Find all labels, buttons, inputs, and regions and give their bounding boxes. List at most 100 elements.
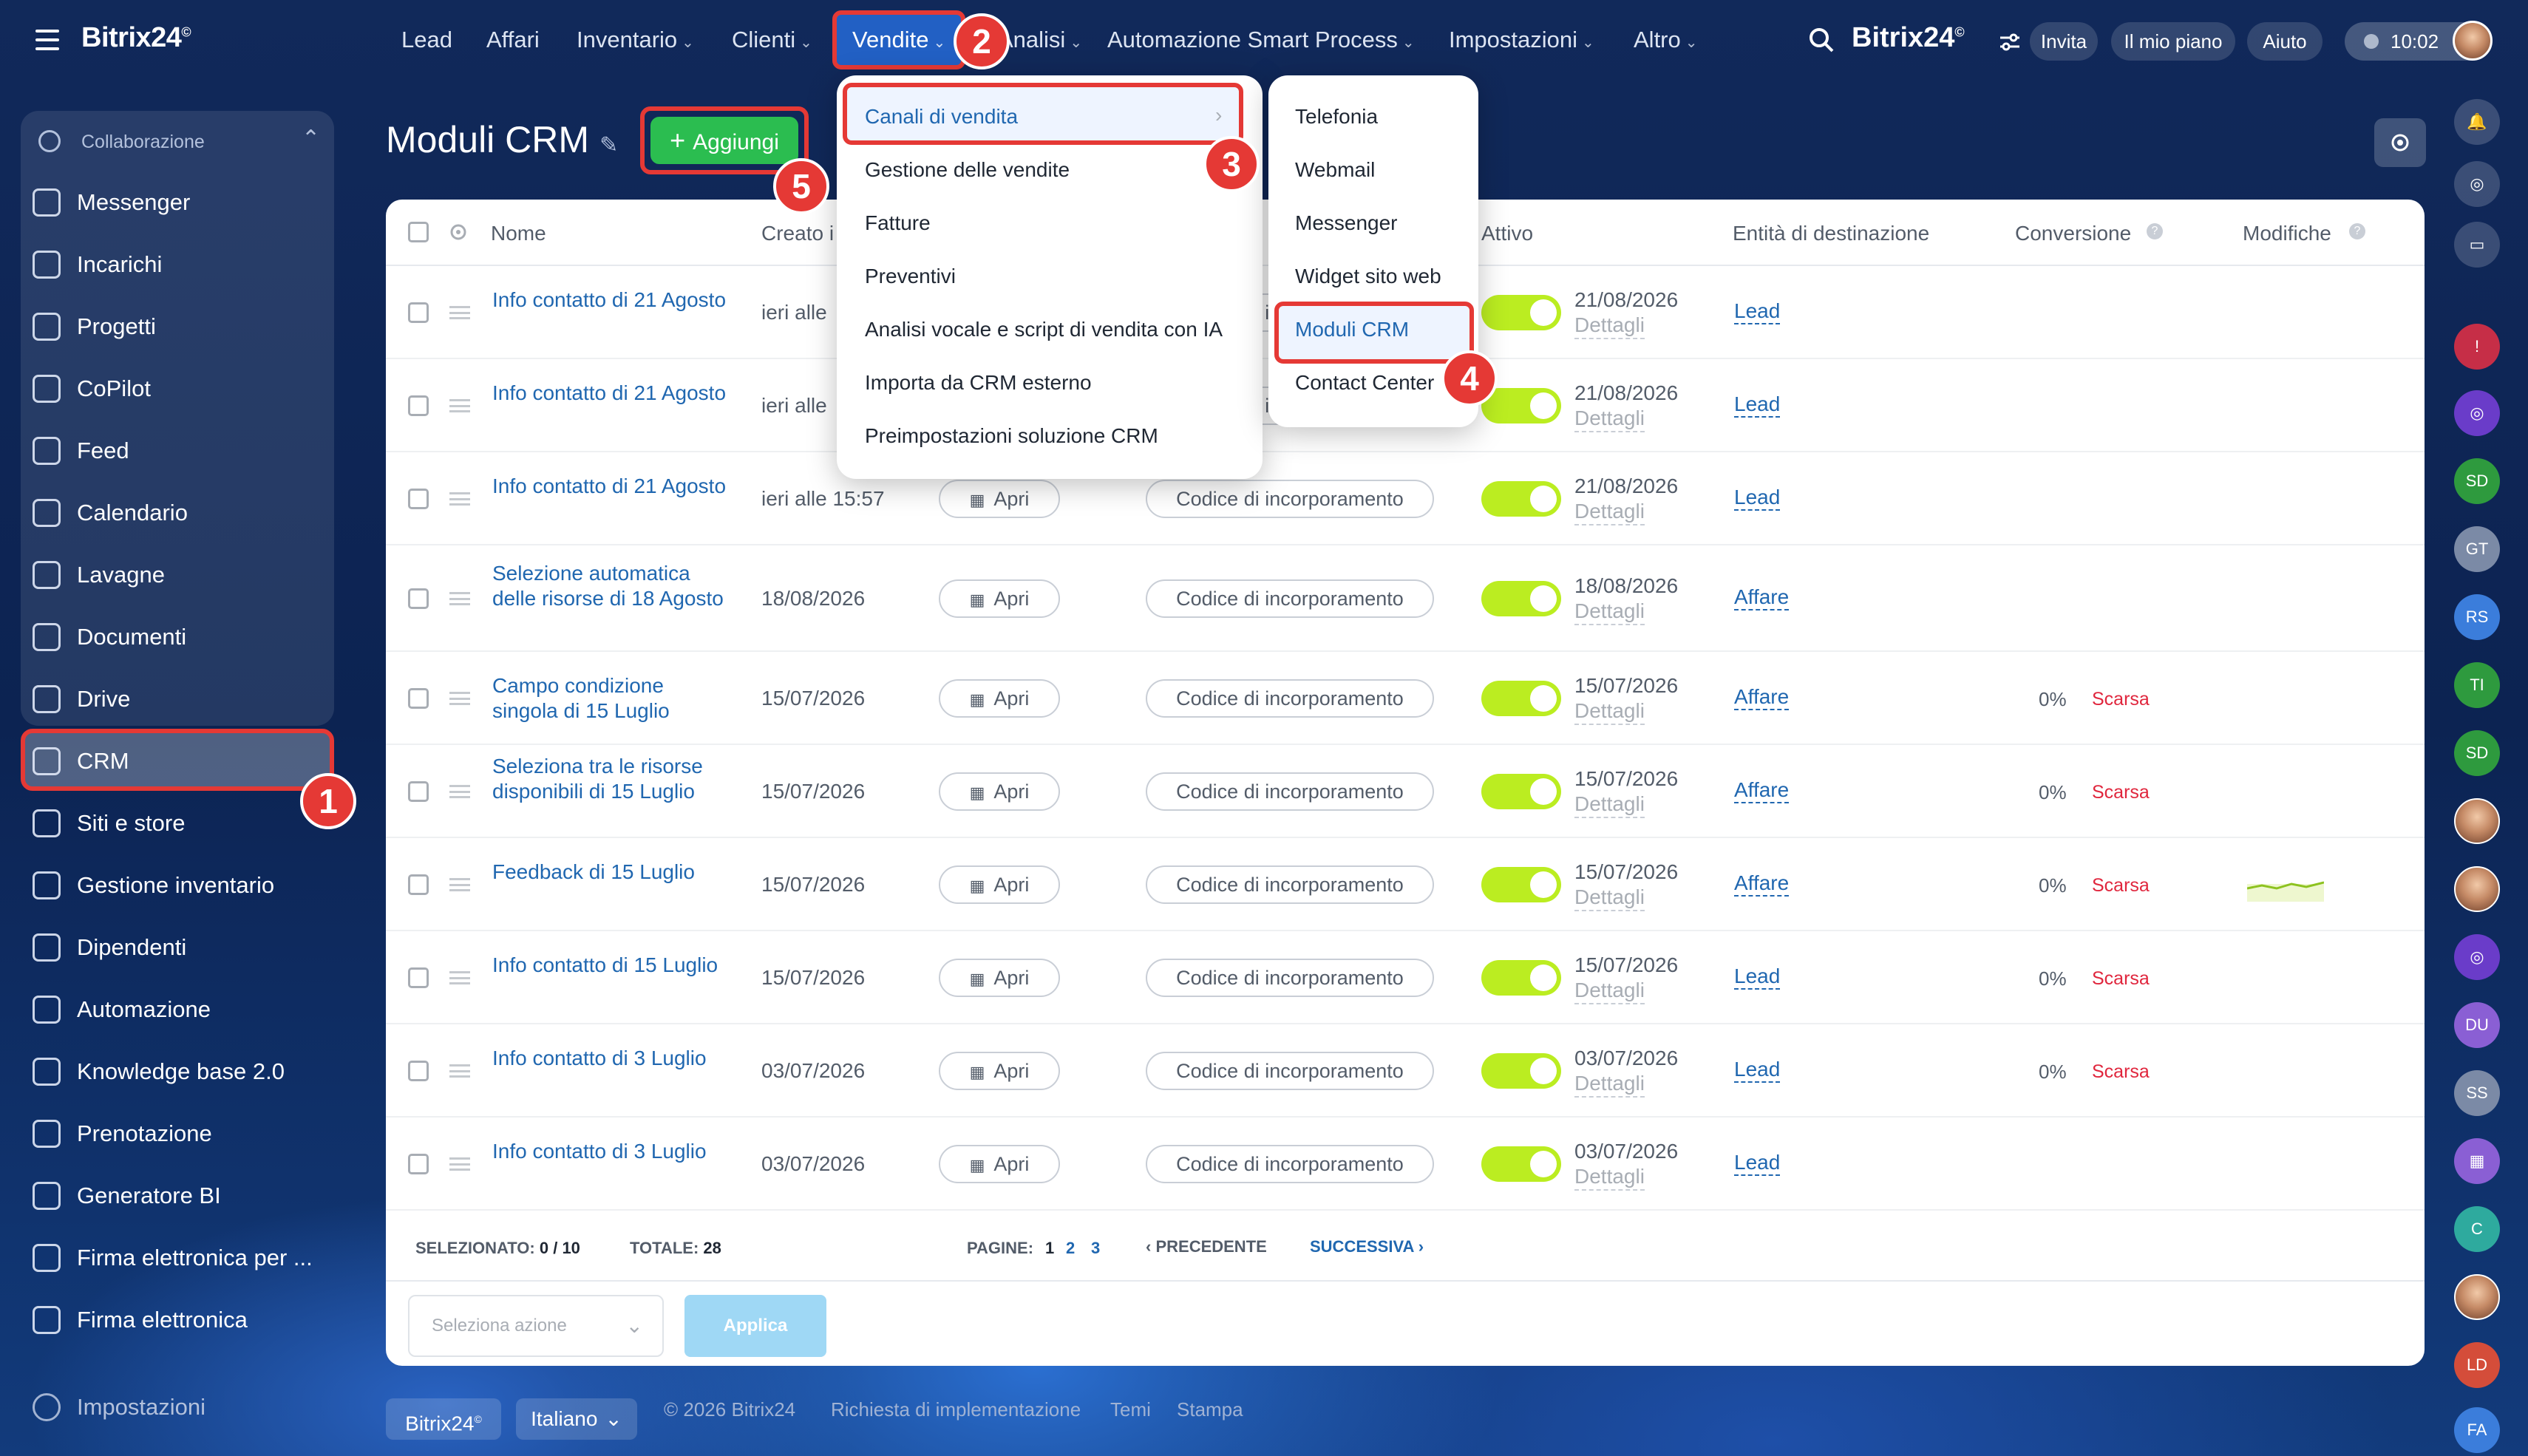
chat-avatar-ld[interactable]: LD bbox=[2454, 1342, 2500, 1388]
embed-code-button[interactable]: Codice di incorporamento bbox=[1146, 679, 1434, 718]
nav-vendite[interactable]: Vendite ⌄ bbox=[852, 27, 945, 53]
page-1[interactable]: 1 bbox=[1045, 1239, 1054, 1258]
sidebar-settings[interactable]: Impostazioni bbox=[33, 1385, 205, 1429]
sidebar-item-calendario[interactable]: Calendario bbox=[33, 491, 188, 535]
drag-handle-icon[interactable] bbox=[449, 399, 470, 412]
details-link[interactable]: Dettagli bbox=[1574, 1164, 1645, 1191]
help-button[interactable]: Aiuto bbox=[2247, 22, 2323, 61]
open-button[interactable]: ▦Apri bbox=[939, 579, 1060, 618]
submenu-moduli-crm[interactable]: Moduli CRM bbox=[1295, 318, 1409, 341]
header-changes[interactable]: Modifiche bbox=[2243, 222, 2331, 245]
drag-handle-icon[interactable] bbox=[449, 971, 470, 984]
select-all-checkbox[interactable] bbox=[408, 222, 429, 242]
chat-icon[interactable]: ▭ bbox=[2454, 222, 2500, 268]
nav-automazione[interactable]: Automazione Smart Process ⌄ bbox=[1107, 27, 1415, 53]
row-checkbox[interactable] bbox=[408, 781, 429, 802]
sidebar-item-gestione-inventario[interactable]: Gestione inventario bbox=[33, 863, 274, 908]
language-select[interactable]: Italiano ⌄ bbox=[516, 1398, 637, 1440]
chat-avatar-photo[interactable] bbox=[2454, 1274, 2500, 1320]
form-name-link[interactable]: Campo condizione singola di 15 Luglio bbox=[492, 673, 729, 724]
help-icon[interactable]: ? bbox=[2147, 223, 2163, 239]
sidebar-item-generatore-bi[interactable]: Generatore BI bbox=[33, 1174, 221, 1218]
drag-handle-icon[interactable] bbox=[449, 785, 470, 798]
menu-item-canali[interactable]: Canali di vendita bbox=[865, 105, 1018, 129]
embed-code-button[interactable]: Codice di incorporamento bbox=[1146, 959, 1434, 997]
active-toggle[interactable] bbox=[1481, 1053, 1561, 1089]
open-button[interactable]: ▦Apri bbox=[939, 679, 1060, 718]
active-toggle[interactable] bbox=[1481, 1146, 1561, 1182]
drag-handle-icon[interactable] bbox=[449, 492, 470, 506]
sidebar-item-feed[interactable]: Feed bbox=[33, 429, 129, 473]
chat-avatar-rs[interactable]: RS bbox=[2454, 594, 2500, 640]
form-name-link[interactable]: Info contatto di 21 Agosto bbox=[492, 288, 729, 313]
active-toggle[interactable] bbox=[1481, 295, 1561, 330]
embed-code-button[interactable]: Codice di incorporamento bbox=[1146, 865, 1434, 904]
details-link[interactable]: Dettagli bbox=[1574, 698, 1645, 725]
menu-item-preimpostazioni[interactable]: Preimpostazioni soluzione CRM bbox=[865, 424, 1158, 448]
sidebar-item-firma-elettronica-per[interactable]: Firma elettronica per ... bbox=[33, 1236, 313, 1280]
target-entity-link[interactable]: Lead bbox=[1734, 1058, 1781, 1083]
header-active[interactable]: Attivo bbox=[1481, 222, 1533, 245]
prev-button[interactable]: ‹ Precedente bbox=[1146, 1237, 1267, 1256]
table-row[interactable]: Info contatto di 15 Luglio 15/07/2026 ▦ Apr… bbox=[386, 931, 2425, 1024]
form-name-link[interactable]: Info contatto di 3 Luglio bbox=[492, 1139, 729, 1164]
form-name-link[interactable]: Info contatto di 15 Luglio bbox=[492, 953, 729, 978]
sidebar-item-drive[interactable]: Drive bbox=[33, 677, 130, 721]
submenu-widget[interactable]: Widget sito web bbox=[1295, 265, 1441, 288]
drag-handle-icon[interactable] bbox=[449, 692, 470, 705]
details-link[interactable]: Dettagli bbox=[1574, 792, 1645, 818]
chat-avatar-photo[interactable] bbox=[2454, 798, 2500, 844]
nav-lead[interactable]: Lead bbox=[401, 27, 452, 53]
active-toggle[interactable] bbox=[1481, 867, 1561, 902]
filter-icon[interactable] bbox=[1999, 33, 2021, 52]
sidebar-item-documenti[interactable]: Documenti bbox=[33, 615, 186, 659]
embed-code-button[interactable]: Codice di incorporamento bbox=[1146, 1052, 1434, 1090]
target-entity-link[interactable]: Lead bbox=[1734, 299, 1781, 324]
calendar-icon[interactable]: ▦ bbox=[2454, 1138, 2500, 1184]
table-row[interactable]: Seleziona tra le risorse disponibili di … bbox=[386, 745, 2425, 838]
gear-icon[interactable] bbox=[448, 222, 469, 242]
app-logo[interactable]: Bitrix24© bbox=[81, 22, 191, 54]
table-row[interactable]: Info contatto di 21 Agosto ieri alle 15:5… bbox=[386, 452, 2425, 545]
add-button[interactable]: + Aggiungi bbox=[650, 117, 798, 164]
nav-analisi[interactable]: Analisi ⌄ bbox=[998, 27, 1082, 53]
apply-button[interactable]: Applica bbox=[684, 1295, 826, 1357]
chat-avatar-ti[interactable]: TI bbox=[2454, 662, 2500, 708]
active-toggle[interactable] bbox=[1481, 581, 1561, 616]
nav-inventario[interactable]: Inventario ⌄ bbox=[577, 27, 694, 53]
chat-avatar-photo[interactable] bbox=[2454, 866, 2500, 912]
embed-code-button[interactable]: Codice di incorporamento bbox=[1146, 579, 1434, 618]
help-icon[interactable]: ? bbox=[2349, 223, 2365, 239]
pin-icon[interactable]: ✎ bbox=[599, 133, 618, 157]
drag-handle-icon[interactable] bbox=[449, 592, 470, 605]
row-checkbox[interactable] bbox=[408, 395, 429, 416]
form-name-link[interactable]: Seleziona tra le risorse disponibili di … bbox=[492, 754, 729, 804]
header-name[interactable]: Nome bbox=[491, 222, 546, 245]
details-link[interactable]: Dettagli bbox=[1574, 406, 1645, 432]
row-checkbox[interactable] bbox=[408, 967, 429, 988]
details-link[interactable]: Dettagli bbox=[1574, 313, 1645, 339]
chat-avatar-fa[interactable]: FA bbox=[2454, 1407, 2500, 1453]
target-entity-link[interactable]: Lead bbox=[1734, 965, 1781, 990]
nav-altro[interactable]: Altro ⌄ bbox=[1634, 27, 1698, 53]
sidebar-item-messenger[interactable]: Messenger bbox=[33, 180, 190, 225]
action-select[interactable]: Seleziona azione ⌄ bbox=[408, 1295, 664, 1357]
chat-avatar-du[interactable]: DU bbox=[2454, 1002, 2500, 1048]
target-entity-link[interactable]: Affare bbox=[1734, 685, 1790, 710]
sidebar-item-siti-e-store[interactable]: Siti e store bbox=[33, 801, 185, 846]
form-name-link[interactable]: Info contatto di 3 Luglio bbox=[492, 1046, 729, 1071]
header-logo[interactable]: Bitrix24© bbox=[1852, 22, 1965, 54]
submenu-contact-center[interactable]: Contact Center bbox=[1295, 371, 1434, 395]
print-link[interactable]: Stampa bbox=[1177, 1398, 1243, 1421]
row-checkbox[interactable] bbox=[408, 688, 429, 709]
open-button[interactable]: ▦Apri bbox=[939, 1145, 1060, 1183]
form-name-link[interactable]: Info contatto di 21 Agosto bbox=[492, 474, 729, 499]
sidebar-item-incarichi[interactable]: Incarichi bbox=[33, 242, 162, 287]
row-checkbox[interactable] bbox=[408, 588, 429, 609]
chat-avatar-sd2[interactable]: SD bbox=[2454, 730, 2500, 776]
active-toggle[interactable] bbox=[1481, 481, 1561, 517]
submenu-messenger[interactable]: Messenger bbox=[1295, 211, 1398, 235]
target-entity-link[interactable]: Affare bbox=[1734, 871, 1790, 897]
embed-code-button[interactable]: Codice di incorporamento bbox=[1146, 480, 1434, 518]
table-row[interactable]: Feedback di 15 Luglio 15/07/2026 ▦ Apri Codi… bbox=[386, 838, 2425, 931]
